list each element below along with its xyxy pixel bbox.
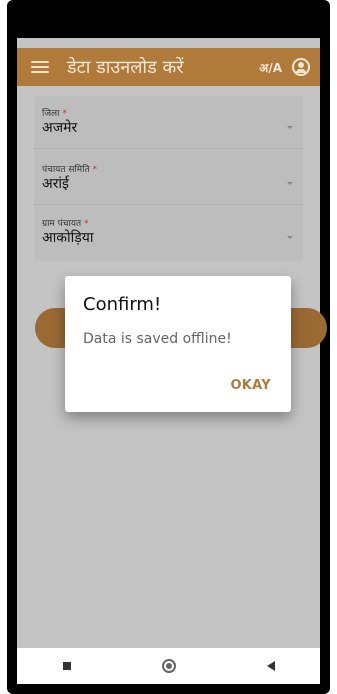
gram-panchayat-value: आकोड़िया [42, 230, 94, 246]
recent-apps-icon[interactable] [62, 662, 71, 670]
okay-button[interactable]: OKAY [230, 378, 271, 393]
home-icon[interactable] [161, 659, 176, 673]
app-bar: डेटा डाउनलोड करें अ/A [17, 48, 320, 86]
dialog-title: Confirm! [83, 294, 162, 315]
back-icon[interactable] [266, 661, 275, 671]
page-title: डेटा डाउनलोड करें [67, 57, 184, 78]
panchayat-samiti-value: अरांई [42, 176, 69, 192]
chevron-down-icon [287, 182, 293, 185]
chevron-down-icon [287, 236, 293, 239]
language-toggle[interactable]: अ/A [259, 59, 282, 76]
panchayat-samiti-dropdown[interactable]: पंचायत समिति * अरांई [34, 152, 303, 205]
chevron-down-icon [287, 126, 293, 129]
system-nav-bar [17, 648, 320, 684]
confirm-dialog: Confirm! Data is saved offline! OKAY [65, 276, 291, 412]
phone-frame: डेटा डाउनलोड करें अ/A जिला * अजमेर पंचाय… [7, 0, 330, 694]
district-value: अजमेर [42, 120, 78, 136]
dialog-message: Data is saved offline! [83, 331, 232, 347]
district-dropdown[interactable]: जिला * अजमेर [34, 96, 303, 149]
selection-card: जिला * अजमेर पंचायत समिति * अरांई ग्राम … [34, 96, 303, 261]
account-icon[interactable] [292, 58, 310, 76]
menu-icon[interactable] [31, 61, 49, 73]
gram-panchayat-dropdown[interactable]: ग्राम पंचायत * आकोड़िया [34, 206, 303, 258]
